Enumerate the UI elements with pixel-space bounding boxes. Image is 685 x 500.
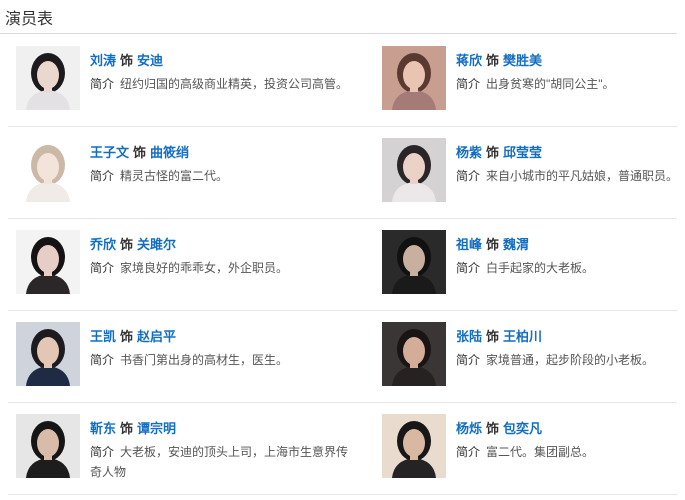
cast-name-line: 张陆饰王柏川	[456, 326, 542, 345]
role-link[interactable]: 安迪	[137, 53, 163, 68]
actor-link[interactable]: 乔欣	[90, 237, 116, 252]
actor-link[interactable]: 杨紫	[456, 145, 482, 160]
cast-item: 王凯饰赵启平 简介 书香门第出身的高材生，医生。	[8, 310, 328, 402]
as-label: 饰	[486, 53, 500, 68]
cast-intro: 简介 来自小城市的平凡姑娘，普通职员。	[456, 166, 685, 186]
cast-intro: 简介 白手起家的大老板。	[456, 258, 685, 278]
cast-name-line: 王子文饰曲筱绡	[90, 142, 189, 161]
cast-item: 祖峰饰魏渭 简介 白手起家的大老板。	[374, 218, 685, 310]
role-link[interactable]: 樊胜美	[503, 53, 542, 68]
as-label: 饰	[486, 145, 500, 160]
cast-intro: 简介 大老板，安迪的顶头上司，上海市生意界传奇人物	[90, 442, 358, 482]
role-link[interactable]: 曲筱绡	[150, 145, 189, 160]
intro-text: 白手起家的大老板。	[486, 261, 595, 275]
actor-photo[interactable]	[382, 46, 446, 110]
intro-text: 纽约归国的高级商业精英，投资公司高管。	[120, 77, 349, 91]
as-label: 饰	[486, 421, 500, 436]
cast-intro: 简介 书香门第出身的高材生，医生。	[90, 350, 358, 370]
actor-link[interactable]: 王子文	[90, 145, 129, 160]
cast-row: 王凯饰赵启平 简介 书香门第出身的高材生，医生。 张陆饰王柏川 简介 家境普通，起步…	[8, 310, 677, 403]
cast-row: 刘涛饰安迪 简介 纽约归国的高级商业精英，投资公司高管。 蒋欣饰樊胜美 简介 出身贫…	[8, 34, 677, 127]
intro-text: 大老板，安迪的顶头上司，上海市生意界传奇人物	[90, 445, 349, 479]
intro-text: 书香门第出身的高材生，医生。	[120, 353, 289, 367]
cast-item: 刘涛饰安迪 简介 纽约归国的高级商业精英，投资公司高管。	[8, 34, 348, 126]
role-link[interactable]: 王柏川	[503, 329, 542, 344]
cast-name-line: 蒋欣饰樊胜美	[456, 50, 542, 69]
actor-link[interactable]: 王凯	[90, 329, 116, 344]
intro-label: 简介	[456, 261, 481, 275]
cast-name-line: 祖峰饰魏渭	[456, 234, 529, 253]
section-title: 演员表	[5, 11, 54, 28]
role-link[interactable]: 谭宗明	[137, 421, 176, 436]
actor-photo[interactable]	[16, 414, 80, 478]
role-link[interactable]: 包奕凡	[503, 421, 542, 436]
intro-text: 来自小城市的平凡姑娘，普通职员。	[486, 169, 679, 183]
actor-photo[interactable]	[382, 322, 446, 386]
actor-photo[interactable]	[382, 138, 446, 202]
cast-intro: 简介 出身贫寒的"胡同公主"。	[456, 74, 685, 94]
as-label: 饰	[486, 237, 500, 252]
cast-item: 王子文饰曲筱绡 简介 精灵古怪的富二代。	[8, 126, 328, 218]
cast-intro: 简介 精灵古怪的富二代。	[90, 166, 358, 186]
cast-item: 张陆饰王柏川 简介 家境普通，起步阶段的小老板。	[374, 310, 685, 402]
cast-name-line: 刘涛饰安迪	[90, 50, 163, 69]
role-link[interactable]: 关雎尔	[137, 237, 176, 252]
cast-item: 蒋欣饰樊胜美 简介 出身贫寒的"胡同公主"。	[374, 34, 685, 126]
as-label: 饰	[486, 329, 500, 344]
role-link[interactable]: 赵启平	[137, 329, 176, 344]
as-label: 饰	[133, 145, 147, 160]
cast-row: 王子文饰曲筱绡 简介 精灵古怪的富二代。 杨紫饰邱莹莹 简介 来自小城市的平凡姑娘，…	[8, 126, 678, 219]
cast-item: 乔欣饰关雎尔 简介 家境良好的乖乖女，外企职员。	[8, 218, 328, 310]
intro-label: 简介	[90, 445, 115, 459]
intro-text: 出身贫寒的"胡同公主"。	[486, 77, 615, 91]
as-label: 饰	[120, 237, 134, 252]
intro-text: 精灵古怪的富二代。	[120, 169, 229, 183]
actor-link[interactable]: 张陆	[456, 329, 482, 344]
actor-link[interactable]: 刘涛	[90, 53, 116, 68]
actor-link[interactable]: 蒋欣	[456, 53, 482, 68]
as-label: 饰	[120, 53, 134, 68]
actor-photo[interactable]	[16, 322, 80, 386]
intro-text: 富二代。集团副总。	[486, 445, 595, 459]
actor-link[interactable]: 杨烁	[456, 421, 482, 436]
cast-item: 杨紫饰邱莹莹 简介 来自小城市的平凡姑娘，普通职员。	[374, 126, 685, 218]
section-header: 演员表	[0, 0, 677, 34]
as-label: 饰	[120, 421, 134, 436]
intro-label: 简介	[456, 169, 481, 183]
cast-name-line: 王凯饰赵启平	[90, 326, 176, 345]
actor-photo[interactable]	[16, 138, 80, 202]
actor-photo[interactable]	[16, 230, 80, 294]
cast-name-line: 靳东饰谭宗明	[90, 418, 176, 437]
cast-intro: 简介 纽约归国的高级商业精英，投资公司高管。	[90, 74, 358, 94]
intro-label: 简介	[90, 169, 115, 183]
cast-row: 靳东饰谭宗明 简介 大老板，安迪的顶头上司，上海市生意界传奇人物 杨烁饰包奕凡 简…	[8, 402, 677, 495]
actor-photo[interactable]	[16, 46, 80, 110]
intro-text: 家境良好的乖乖女，外企职员。	[120, 261, 289, 275]
role-link[interactable]: 魏渭	[503, 237, 529, 252]
cast-item: 靳东饰谭宗明 简介 大老板，安迪的顶头上司，上海市生意界传奇人物	[8, 402, 348, 494]
actor-photo[interactable]	[382, 230, 446, 294]
as-label: 饰	[120, 329, 134, 344]
cast-name-line: 乔欣饰关雎尔	[90, 234, 176, 253]
cast-name-line: 杨烁饰包奕凡	[456, 418, 542, 437]
actor-photo[interactable]	[382, 414, 446, 478]
cast-intro: 简介 家境良好的乖乖女，外企职员。	[90, 258, 358, 278]
intro-text: 家境普通，起步阶段的小老板。	[486, 353, 655, 367]
actor-link[interactable]: 靳东	[90, 421, 116, 436]
intro-label: 简介	[456, 445, 481, 459]
cast-name-line: 杨紫饰邱莹莹	[456, 142, 542, 161]
cast-intro: 简介 家境普通，起步阶段的小老板。	[456, 350, 685, 370]
cast-row: 乔欣饰关雎尔 简介 家境良好的乖乖女，外企职员。 祖峰饰魏渭 简介 白手起家的大老板…	[8, 218, 677, 311]
intro-label: 简介	[456, 77, 481, 91]
role-link[interactable]: 邱莹莹	[503, 145, 542, 160]
cast-item: 杨烁饰包奕凡 简介 富二代。集团副总。	[374, 402, 685, 494]
cast-intro: 简介 富二代。集团副总。	[456, 442, 685, 462]
intro-label: 简介	[90, 353, 115, 367]
intro-label: 简介	[456, 353, 481, 367]
intro-label: 简介	[90, 261, 115, 275]
intro-label: 简介	[90, 77, 115, 91]
actor-link[interactable]: 祖峰	[456, 237, 482, 252]
